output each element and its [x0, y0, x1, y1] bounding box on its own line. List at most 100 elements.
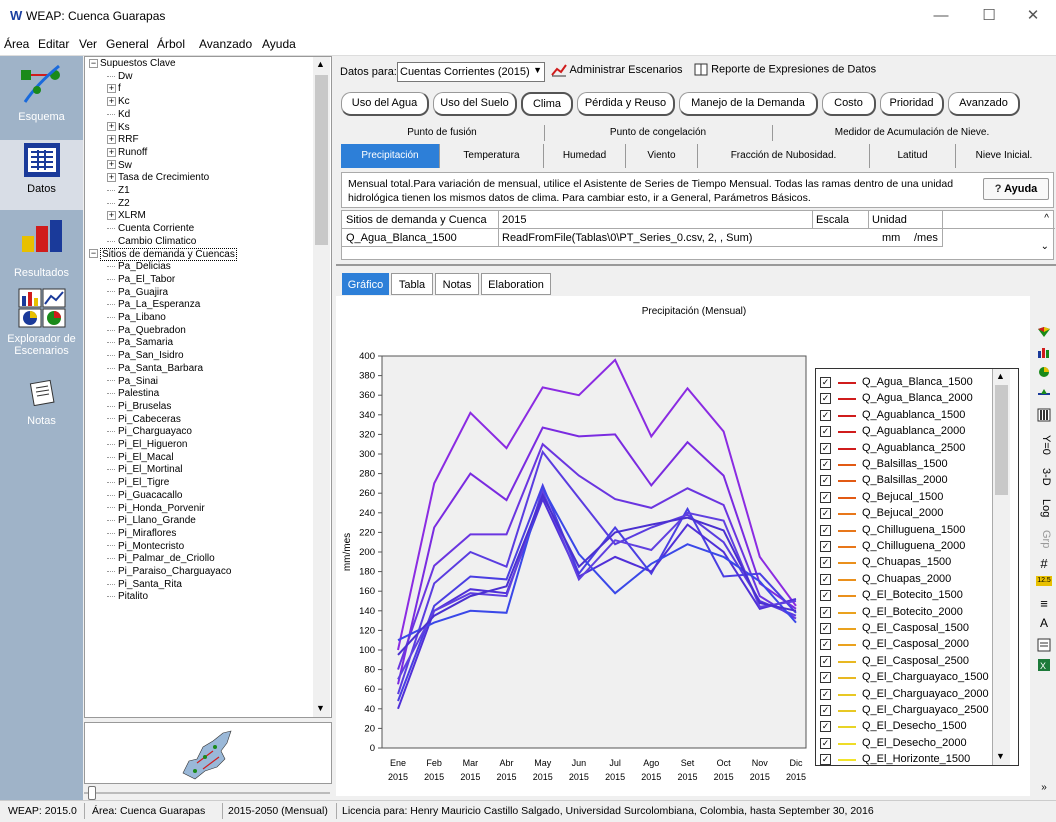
tree-node[interactable]: Pi_El_Macal — [107, 452, 174, 463]
category-avanzado[interactable]: Avanzado — [948, 92, 1020, 116]
tree-node[interactable]: Pa_La_Esperanza — [107, 299, 200, 310]
help-button[interactable]: ? Ayuda — [983, 178, 1049, 200]
tree-node[interactable]: Pi_Montecristo — [107, 541, 184, 552]
nav-explorador[interactable]: Explorador de Escenarios — [0, 288, 83, 378]
line-chart-icon[interactable] — [1036, 386, 1052, 400]
tree-node[interactable]: Pi_Guacacallo — [107, 490, 182, 501]
tree-node[interactable]: Z1 — [107, 185, 130, 196]
collapse-icon[interactable]: − — [89, 249, 98, 259]
legend-checkbox[interactable]: ✓ — [820, 737, 831, 749]
tree-node[interactable]: Pa_El_Tabor — [107, 274, 175, 285]
y-zero-toggle[interactable]: Y=0 — [1036, 432, 1052, 458]
scroll-up-icon[interactable]: ▲ — [316, 59, 325, 69]
menu-ver[interactable]: Ver — [79, 37, 97, 51]
group-toggle[interactable]: Grp — [1036, 528, 1052, 550]
tree-node[interactable]: − Supuestos Clave — [89, 58, 176, 69]
legend-checkbox[interactable]: ✓ — [820, 721, 831, 733]
legend-checkbox[interactable]: ✓ — [820, 475, 831, 487]
menu-editar[interactable]: Editar — [38, 37, 69, 51]
menu-ayuda[interactable]: Ayuda — [262, 37, 296, 51]
category-manejo-demanda[interactable]: Manejo de la Demanda — [679, 92, 818, 116]
maximize-icon[interactable]: ☐ — [966, 4, 1012, 28]
tree-node[interactable]: Pi_El_Higueron — [107, 439, 188, 450]
legend-scroll-up-icon[interactable]: ▲ — [996, 371, 1005, 381]
tree-node[interactable]: + Kc — [107, 96, 130, 107]
legend-checkbox[interactable]: ✓ — [820, 573, 831, 585]
tree-node[interactable]: Pa_San_Isidro — [107, 350, 184, 361]
menu-avanzado[interactable]: Avanzado — [199, 37, 252, 51]
tree-node[interactable]: Cuenta Corriente — [107, 223, 194, 234]
expand-icon[interactable]: + — [107, 173, 116, 183]
graph-tab-elaboration[interactable]: Elaboration — [481, 273, 551, 295]
tree-node[interactable]: + Sw — [107, 160, 132, 171]
tab-punto-congelacion[interactable]: Punto de congelación — [544, 127, 772, 138]
legend-checkbox[interactable]: ✓ — [820, 524, 831, 536]
tree-scroll-thumb[interactable] — [315, 75, 328, 245]
pie-chart-icon[interactable] — [1036, 366, 1052, 380]
tree-node[interactable]: + RRF — [107, 134, 139, 145]
tree-node[interactable]: Pa_Sinai — [107, 376, 158, 387]
nav-esquema[interactable]: Esquema — [0, 62, 83, 132]
legend-checkbox[interactable]: ✓ — [820, 409, 831, 421]
category-perdida-reuso[interactable]: Pérdida y Reuso — [577, 92, 675, 116]
tab-viento[interactable]: Viento — [626, 144, 698, 168]
expand-icon[interactable]: + — [107, 147, 116, 157]
font-icon[interactable]: A — [1036, 616, 1052, 630]
chart-type-icon[interactable] — [1036, 346, 1052, 360]
tree-node[interactable]: Pi_El_Tigre — [107, 477, 169, 488]
zoom-slider-thumb[interactable] — [88, 786, 96, 800]
tree-node[interactable]: Pi_Llano_Grande — [107, 515, 196, 526]
legend-checkbox[interactable]: ✓ — [820, 639, 831, 651]
nav-datos[interactable]: Datos — [0, 140, 83, 210]
table-scroll-down-icon[interactable]: ⌄ — [1041, 241, 1049, 252]
legend-toggle-icon[interactable]: ≡ — [1036, 596, 1052, 611]
tab-fraccion-nubosidad[interactable]: Fracción de Nubosidad. — [698, 144, 870, 168]
excel-export-icon[interactable]: X — [1036, 658, 1052, 672]
legend-checkbox[interactable]: ✓ — [820, 426, 831, 438]
tree-node[interactable]: Z2 — [107, 198, 130, 209]
tree-node[interactable]: Palestina — [107, 388, 159, 399]
scenario-select[interactable]: Cuentas Corrientes (2015) ▼ — [397, 62, 545, 82]
legend-checkbox[interactable]: ✓ — [820, 393, 831, 405]
tab-nieve-inicial[interactable]: Nieve Inicial. — [956, 144, 1052, 168]
table-export-icon[interactable] — [1036, 638, 1052, 652]
tab-humedad[interactable]: Humedad — [544, 144, 626, 168]
graph-tab-tabla[interactable]: Tabla — [391, 273, 433, 295]
expand-icon[interactable]: + — [107, 96, 116, 106]
legend-checkbox[interactable]: ✓ — [820, 557, 831, 569]
graph-tab-notas[interactable]: Notas — [435, 273, 479, 295]
cell-unit[interactable]: mm — [882, 232, 900, 244]
tree-node[interactable]: Pa_Santa_Barbara — [107, 363, 203, 374]
tree-node[interactable]: Pi_Santa_Rita — [107, 579, 182, 590]
legend-checkbox[interactable]: ✓ — [820, 459, 831, 470]
tree-node[interactable]: + XLRM — [107, 210, 146, 221]
scroll-down-icon[interactable]: ▼ — [316, 703, 325, 713]
tree-node[interactable]: Dw — [107, 71, 132, 82]
report-button[interactable]: Reporte de Expresiones de Datos — [694, 63, 876, 81]
tab-punto-fusion[interactable]: Punto de fusión — [340, 127, 544, 138]
tree-node[interactable]: + f — [107, 83, 121, 94]
tree-node[interactable]: Pi_El_Mortinal — [107, 464, 182, 475]
tree-node[interactable]: Pa_Libano — [107, 312, 166, 323]
nav-resultados[interactable]: Resultados — [0, 218, 83, 280]
legend-checkbox[interactable]: ✓ — [820, 491, 831, 503]
area-thumbnail-map[interactable] — [84, 722, 332, 784]
tree-node[interactable]: + Tasa de Crecimiento — [107, 172, 209, 183]
legend-checkbox[interactable]: ✓ — [820, 754, 831, 765]
tree-node[interactable]: + Runoff — [107, 147, 147, 158]
tree-node[interactable]: Pi_Cabeceras — [107, 414, 181, 425]
expand-icon[interactable]: + — [107, 135, 116, 145]
tree-node[interactable]: − Sitios de demanda y Cuencas — [89, 247, 237, 261]
expand-icon[interactable]: + — [107, 122, 116, 132]
legend-checkbox[interactable]: ✓ — [820, 672, 831, 684]
three-d-toggle[interactable]: 3-D — [1036, 466, 1052, 488]
tree-node[interactable]: Pi_Charguayaco — [107, 426, 192, 437]
tree-node[interactable]: Pa_Quebradon — [107, 325, 186, 336]
table-scroll-up-icon[interactable]: ^ — [1044, 213, 1049, 224]
legend-checkbox[interactable]: ✓ — [820, 442, 831, 454]
legend-checkbox[interactable]: ✓ — [820, 688, 831, 700]
color-palette-icon[interactable] — [1036, 326, 1052, 340]
scroll-more-icon[interactable]: » — [1036, 782, 1052, 796]
tab-latitud[interactable]: Latitud — [870, 144, 956, 168]
tree-node[interactable]: Pi_Bruselas — [107, 401, 171, 412]
